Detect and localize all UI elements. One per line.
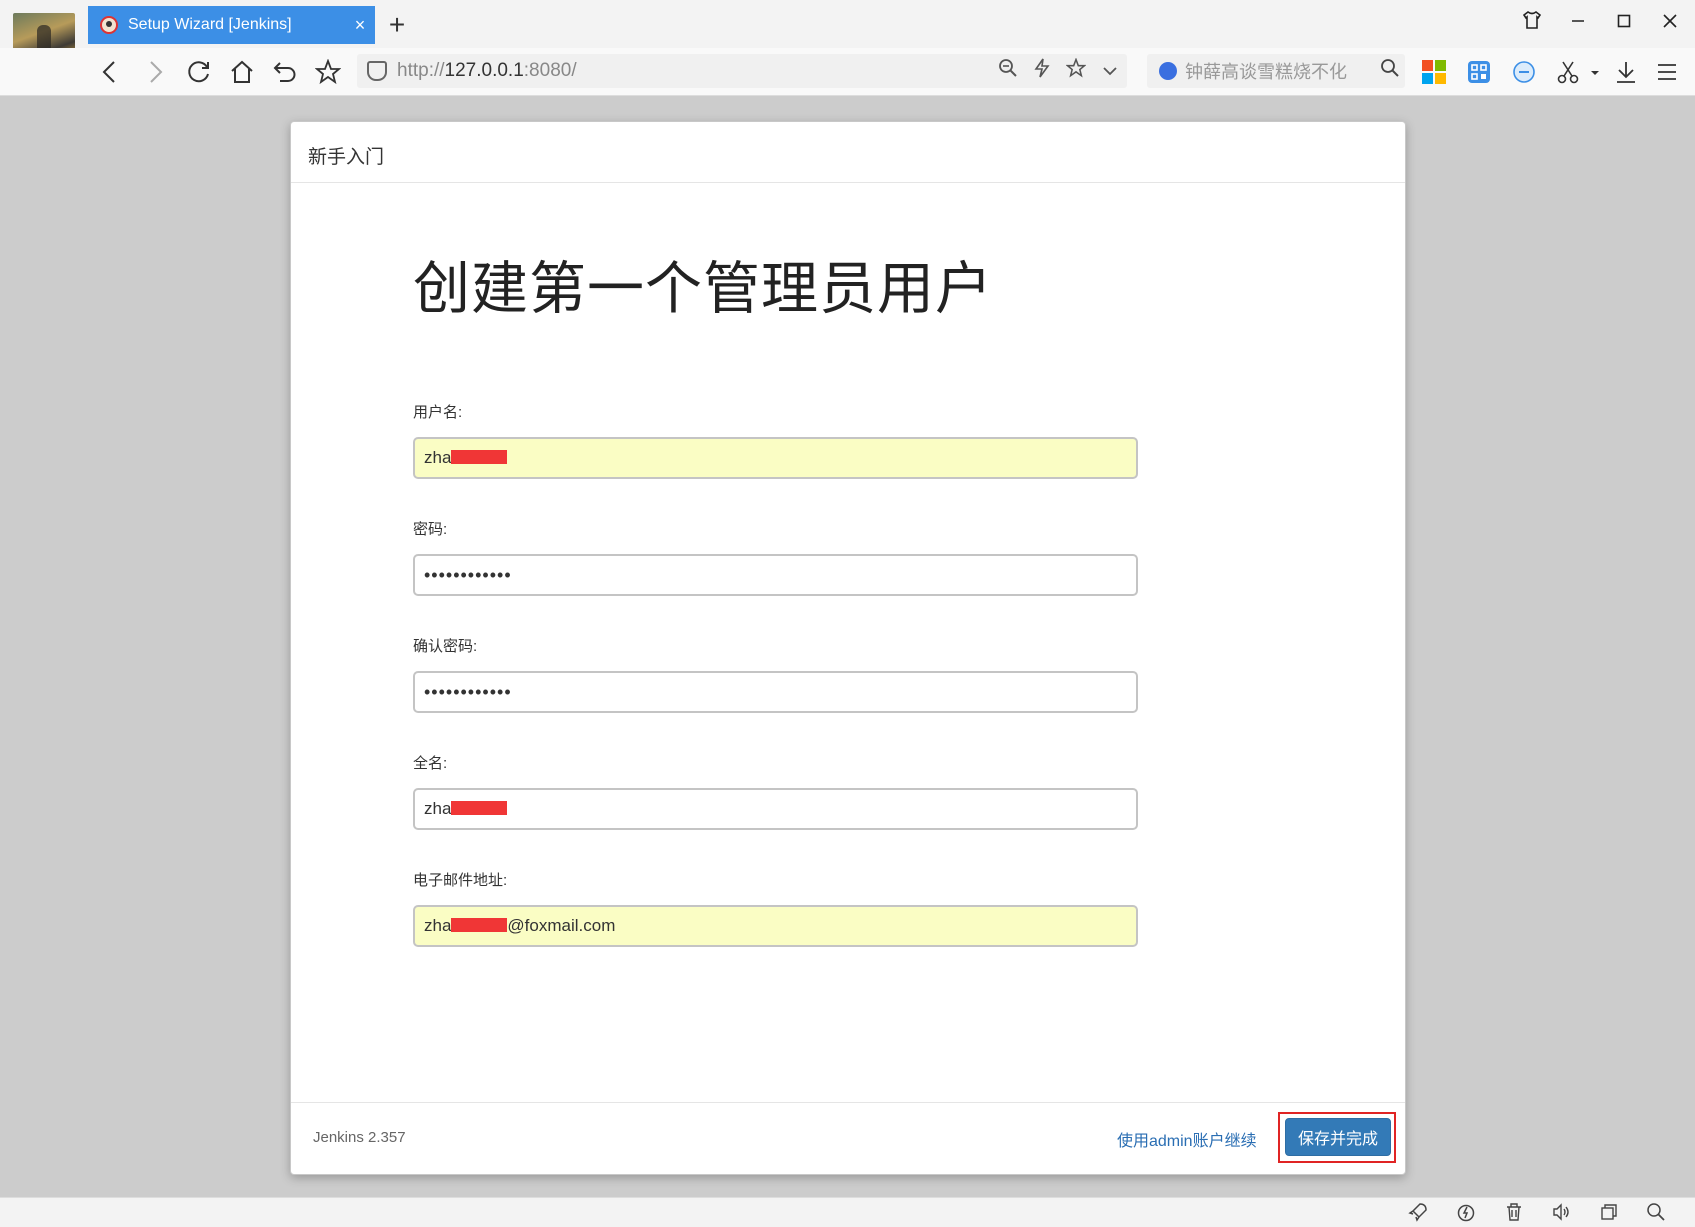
dialog-header: 新手入门 [291, 122, 1405, 183]
zoom-icon[interactable] [991, 58, 1025, 84]
scissors-dropdown-icon[interactable] [1589, 60, 1601, 84]
address-bar[interactable]: http://127.0.0.1:8080/ [357, 54, 1127, 88]
tab-title: Setup Wizard [Jenkins] [128, 16, 292, 33]
tab-close-icon[interactable]: × [345, 15, 375, 36]
home-icon[interactable] [228, 58, 256, 86]
forward-icon[interactable] [141, 58, 169, 86]
skin-icon[interactable] [1509, 10, 1555, 36]
browser-toolbar: http://127.0.0.1:8080/ 钟薛高谈雪糕烧不化 [0, 48, 1695, 96]
lightning-icon[interactable] [1025, 58, 1059, 84]
minimize-icon[interactable] [1555, 10, 1601, 36]
close-window-icon[interactable] [1647, 10, 1693, 36]
security-shield-icon[interactable] [367, 61, 387, 81]
maximize-icon[interactable] [1601, 10, 1647, 36]
window-restore-icon[interactable] [1597, 1202, 1621, 1224]
page-title: 创建第一个管理员用户 [413, 257, 993, 321]
browser-tab-bar: Setup Wizard [Jenkins] × + [0, 0, 1695, 48]
browser-status-bar [0, 1197, 1695, 1227]
back-icon[interactable] [96, 58, 124, 86]
baidu-paw-icon [1159, 62, 1177, 80]
fullname-field[interactable]: zha [413, 788, 1138, 830]
dialog-footer: Jenkins 2.357 使用admin账户继续 保存并完成 [291, 1102, 1405, 1174]
reload-icon[interactable] [185, 58, 213, 86]
jenkins-version: Jenkins 2.357 [313, 1129, 406, 1146]
apps-grid-icon[interactable] [1422, 60, 1446, 84]
browser-tab-active[interactable]: Setup Wizard [Jenkins] × [88, 6, 375, 44]
password-label: 密码: [413, 521, 448, 538]
new-tab-button[interactable]: + [383, 8, 411, 42]
email-label: 电子邮件地址: [413, 872, 508, 889]
password-field[interactable]: •••••••••••• [413, 554, 1138, 596]
undo-icon[interactable] [271, 58, 299, 86]
username-label: 用户名: [413, 404, 463, 421]
email-field[interactable]: zha @foxmail.com [413, 905, 1138, 947]
menu-icon[interactable] [1655, 60, 1679, 84]
search-input[interactable]: 钟薛高谈雪糕烧不化 [1185, 58, 1375, 84]
redaction-mark [451, 450, 508, 465]
save-and-finish-button[interactable]: 保存并完成 [1285, 1118, 1391, 1156]
confirm-password-field[interactable]: •••••••••••• [413, 671, 1138, 713]
scissors-icon[interactable] [1556, 60, 1580, 84]
bookmark-star-icon[interactable] [314, 58, 342, 86]
favorite-star-icon[interactable] [1059, 57, 1093, 84]
window-controls [1509, 10, 1693, 36]
redaction-mark [451, 918, 508, 933]
search-box[interactable]: 钟薛高谈雪糕烧不化 [1147, 54, 1405, 88]
dialog-body: 创建第一个管理员用户 用户名: zha 密码: •••••••••••• 确认密… [291, 183, 1405, 1104]
jenkins-favicon-icon [100, 16, 118, 34]
redaction-mark [451, 801, 508, 816]
rocket-icon[interactable] [1406, 1202, 1430, 1224]
download-icon[interactable] [1614, 60, 1638, 84]
qr-code-icon[interactable] [1467, 60, 1491, 84]
fullname-label: 全名: [413, 755, 448, 772]
confirm-password-label: 确认密码: [413, 638, 478, 655]
translate-icon[interactable] [1512, 60, 1536, 84]
search-icon[interactable] [1375, 58, 1405, 84]
volume-icon[interactable] [1549, 1202, 1573, 1224]
speed-icon[interactable] [1454, 1202, 1478, 1224]
chevron-down-icon[interactable] [1093, 60, 1127, 83]
trash-icon[interactable] [1502, 1202, 1526, 1224]
username-field[interactable]: zha [413, 437, 1138, 479]
continue-as-admin-link[interactable]: 使用admin账户继续 [1117, 1127, 1257, 1151]
status-search-icon[interactable] [1644, 1202, 1668, 1224]
address-url[interactable]: http://127.0.0.1:8080/ [397, 60, 991, 82]
setup-wizard-dialog: 新手入门 创建第一个管理员用户 用户名: zha 密码: •••••••••••… [290, 121, 1406, 1175]
